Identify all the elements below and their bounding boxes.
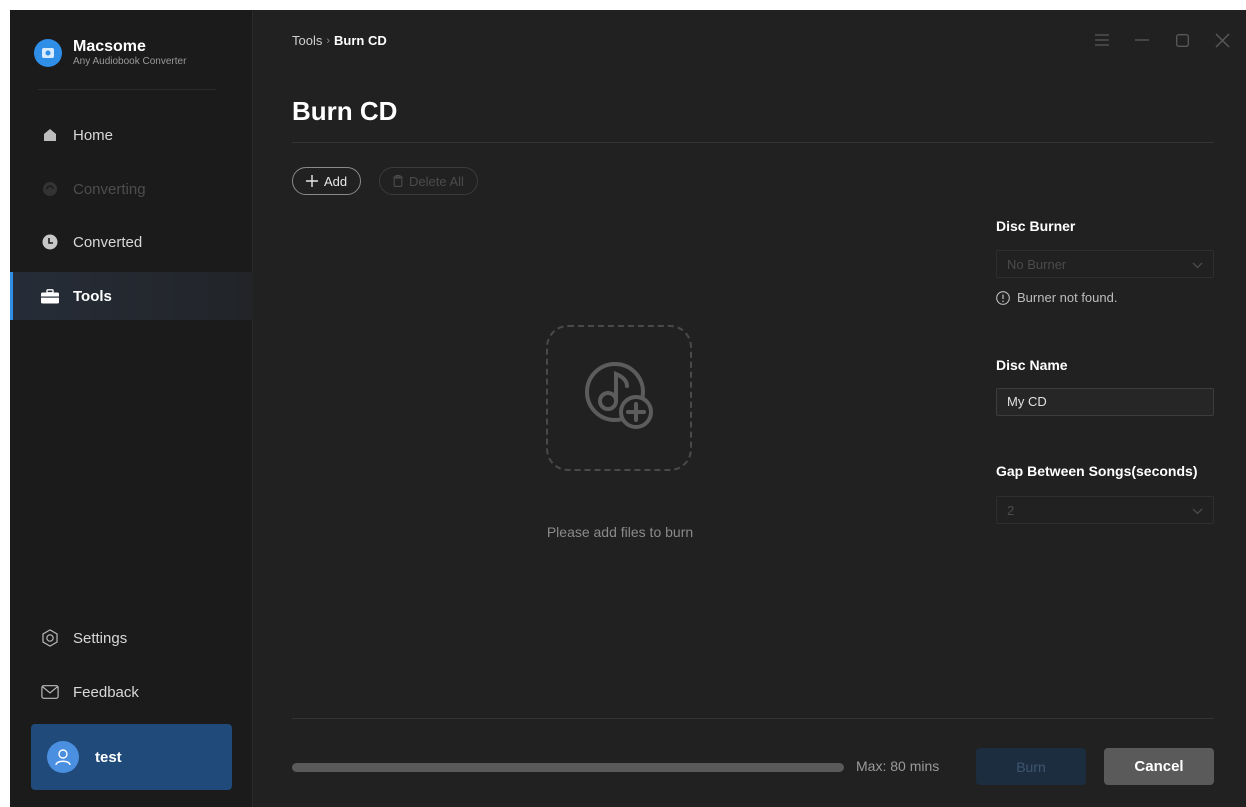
plus-icon [306, 175, 318, 187]
sidebar: Macsome Any Audiobook Converter Home Con… [10, 10, 253, 807]
delete-all-button-label: Delete All [409, 173, 464, 189]
app-window: Macsome Any Audiobook Converter Home Con… [10, 10, 1246, 807]
cancel-button[interactable]: Cancel [1104, 748, 1214, 785]
chevron-down-icon [1192, 257, 1203, 272]
user-icon [47, 741, 79, 773]
home-icon [41, 126, 59, 144]
logo-icon [34, 39, 62, 67]
app-subtitle: Any Audiobook Converter [73, 56, 187, 67]
app-name: Macsome [73, 38, 146, 55]
sidebar-item-converted[interactable]: Converted [10, 218, 253, 266]
breadcrumb-current: Burn CD [334, 33, 387, 48]
burn-button[interactable]: Burn [976, 748, 1086, 785]
close-icon[interactable] [1212, 30, 1232, 50]
breadcrumb: Tools › Burn CD [292, 33, 387, 48]
user-card[interactable]: test [31, 724, 232, 790]
max-capacity-label: Max: 80 mins [856, 758, 940, 774]
breadcrumb-separator: › [326, 34, 331, 47]
sidebar-item-label: Home [73, 126, 114, 144]
sidebar-item-home[interactable]: Home [10, 111, 253, 159]
logo-divider [38, 89, 216, 90]
sidebar-item-settings[interactable]: Settings [10, 614, 253, 662]
add-music-icon [571, 348, 667, 449]
sidebar-item-label: Converting [73, 180, 146, 198]
capacity-progress-bar [292, 763, 844, 772]
title-divider [292, 142, 1214, 143]
file-drop-zone[interactable] [546, 325, 692, 471]
disc-name-input[interactable]: My CD [996, 388, 1214, 416]
menu-icon[interactable] [1092, 30, 1112, 50]
sidebar-item-tools[interactable]: Tools [10, 272, 253, 320]
app-logo: Macsome Any Audiobook Converter [34, 38, 186, 68]
chevron-down-icon [1192, 503, 1203, 518]
main-panel: Tools › Burn CD Burn CD Add Delete All P… [254, 10, 1246, 807]
sidebar-item-label: Converted [73, 233, 143, 251]
trash-icon [393, 175, 403, 187]
sidebar-item-label: Feedback [73, 683, 139, 701]
footer-divider [292, 718, 1214, 719]
add-button[interactable]: Add [292, 167, 362, 195]
disc-name-label: Disc Name [996, 357, 1068, 373]
burner-warning: Burner not found. [996, 290, 1117, 305]
disc-burner-value: No Burner [1007, 256, 1067, 272]
maximize-icon[interactable] [1172, 30, 1192, 50]
minimize-icon[interactable] [1132, 30, 1152, 50]
converting-icon [41, 180, 59, 198]
sidebar-item-label: Tools [73, 287, 112, 305]
clock-icon [41, 233, 59, 251]
toolbox-icon [41, 287, 59, 305]
gap-label: Gap Between Songs(seconds) [996, 463, 1198, 479]
sidebar-item-converting[interactable]: Converting [10, 165, 253, 213]
user-name: test [95, 748, 122, 766]
burner-warning-text: Burner not found. [1017, 290, 1118, 305]
disc-burner-select[interactable]: No Burner [996, 250, 1214, 278]
empty-message: Please add files to burn [546, 524, 694, 540]
envelope-icon [41, 683, 59, 701]
disc-burner-label: Disc Burner [996, 218, 1076, 234]
add-button-label: Add [324, 173, 348, 189]
delete-all-button[interactable]: Delete All [379, 167, 478, 195]
gap-value: 2 [1007, 502, 1015, 518]
sidebar-item-label: Settings [73, 629, 128, 647]
gear-icon [41, 629, 59, 647]
breadcrumb-parent[interactable]: Tools [292, 33, 322, 48]
sidebar-item-feedback[interactable]: Feedback [10, 668, 253, 716]
page-title: Burn CD [292, 96, 398, 126]
info-icon [996, 290, 1010, 305]
window-controls [1092, 30, 1232, 50]
gap-select[interactable]: 2 [996, 496, 1214, 524]
